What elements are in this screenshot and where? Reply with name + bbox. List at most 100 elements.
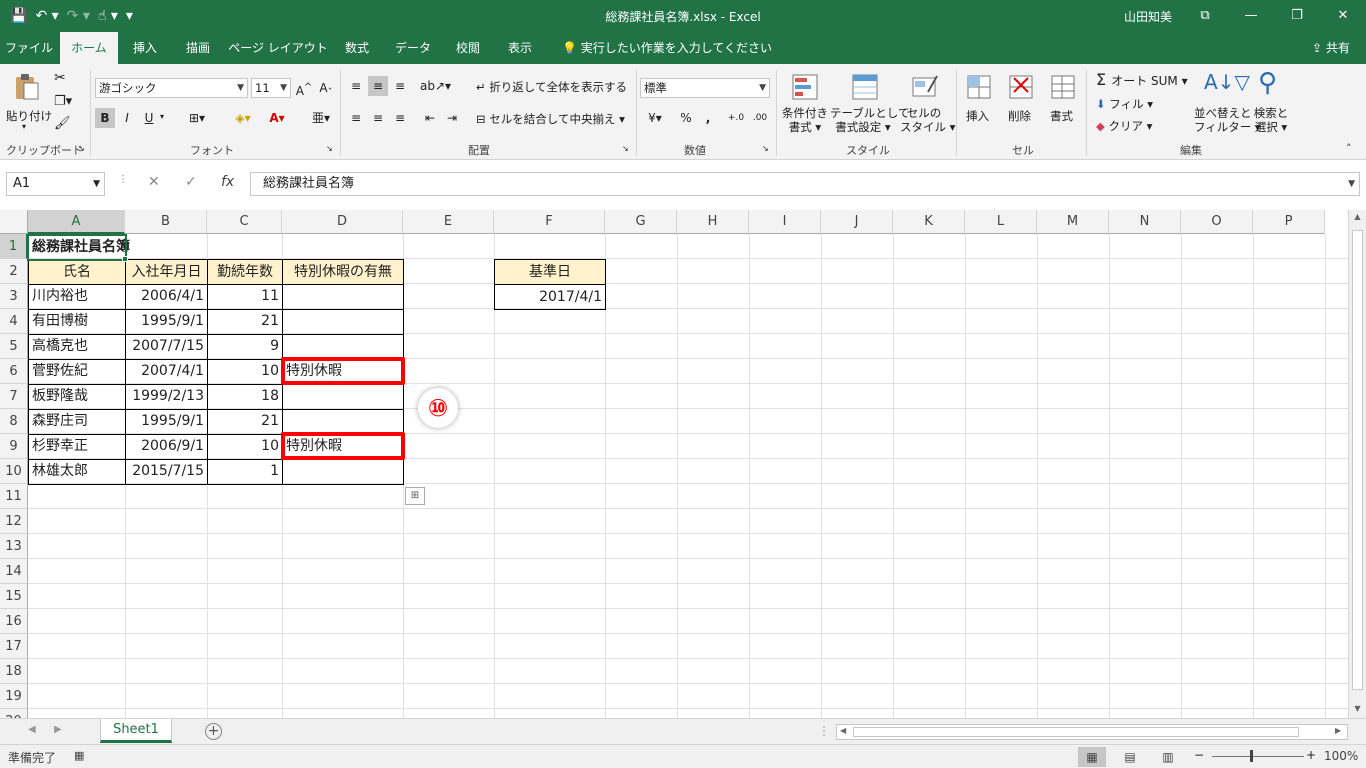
row-header-18[interactable]: 18 [0, 659, 28, 684]
special-leave-cell[interactable] [283, 409, 403, 434]
employee-name-cell[interactable]: 杉野幸正 [29, 434, 125, 459]
find-select-icon[interactable]: ⚲ [1258, 68, 1277, 98]
copy-icon[interactable]: ❐▾ [54, 94, 72, 109]
font-size-select[interactable]: 11 ▼ [251, 78, 291, 98]
cancel-entry-icon[interactable]: ✕ [148, 174, 160, 190]
format-cells-icon[interactable] [1048, 72, 1078, 102]
horizontal-scroll-thumb[interactable] [853, 727, 1299, 737]
fill-handle[interactable] [122, 256, 128, 262]
number-launcher-icon[interactable]: ↘ [762, 144, 769, 153]
clipboard-launcher-icon[interactable]: ↘ [78, 144, 85, 153]
paste-icon[interactable] [12, 72, 42, 102]
grow-font-button[interactable]: A^ [294, 78, 314, 98]
tab-page-layout[interactable]: ページ レイアウト [228, 32, 328, 64]
clear-button[interactable]: ◆ クリア ▾ [1096, 118, 1152, 134]
tab-data[interactable]: データ [386, 32, 440, 64]
sheet-tab-sheet1[interactable]: Sheet1 [100, 719, 172, 743]
format-cells-button[interactable]: 書式 [1050, 108, 1073, 124]
years-of-service-cell[interactable]: 10 [208, 359, 282, 384]
merge-center-button[interactable]: ⊟ セルを結合して中央揃え ▾ [476, 111, 625, 127]
row-header-6[interactable]: 6 [0, 359, 28, 384]
row-header-8[interactable]: 8 [0, 409, 28, 434]
number-format-select[interactable]: 標準 ▼ [640, 78, 770, 98]
insert-cells-icon[interactable] [964, 72, 994, 102]
zoom-out-icon[interactable]: − [1194, 748, 1204, 762]
employee-name-cell[interactable]: 板野隆哉 [29, 384, 125, 409]
row-header-5[interactable]: 5 [0, 334, 28, 359]
row-header-11[interactable]: 11 [0, 484, 28, 509]
normal-view-icon[interactable]: ▦ [1078, 747, 1106, 767]
hire-date-cell[interactable]: 2007/4/1 [126, 359, 207, 384]
employee-name-cell[interactable]: 森野庄司 [29, 409, 125, 434]
worksheet-grid[interactable]: ABCDEFGHIJKLMNOP 1 2 3 4 5 6 7 8 9 10 11 12 13 14 15 16… [0, 210, 1348, 718]
zoom-slider[interactable] [1212, 756, 1304, 757]
ribbon-display-options-icon[interactable]: ⧉ [1182, 4, 1228, 28]
header-name-cell[interactable]: 氏名 [29, 260, 125, 285]
row-header-1[interactable]: 1 [0, 234, 28, 259]
expand-formula-bar-icon[interactable]: ▼ [1348, 173, 1355, 195]
confirm-entry-icon[interactable]: ✓ [185, 174, 197, 190]
special-leave-cell[interactable] [283, 284, 403, 309]
italic-button[interactable]: I [117, 108, 137, 128]
zoom-slider-thumb[interactable] [1250, 750, 1253, 762]
column-header-a[interactable]: A [28, 210, 125, 234]
hire-date-cell[interactable]: 2007/7/15 [126, 334, 207, 359]
paste-dropdown-icon[interactable]: ▾ [22, 122, 26, 131]
column-header-h[interactable]: H [677, 210, 749, 234]
tab-insert[interactable]: 挿入 [120, 32, 170, 64]
row-header-3[interactable]: 3 [0, 284, 28, 309]
column-header-l[interactable]: L [965, 210, 1037, 234]
align-bottom-button[interactable]: ≡ [390, 76, 410, 96]
scroll-left-icon[interactable]: ◀ [840, 726, 846, 735]
borders-button[interactable]: ⊞▾ [182, 108, 212, 128]
conditional-formatting-icon[interactable] [790, 72, 820, 102]
scroll-right-icon[interactable]: ▶ [1335, 726, 1341, 735]
row-header-16[interactable]: 16 [0, 609, 28, 634]
employee-name-cell[interactable]: 林雄太郎 [29, 459, 125, 484]
add-sheet-icon[interactable]: + [205, 723, 222, 740]
font-launcher-icon[interactable]: ↘ [326, 144, 333, 153]
delete-cells-button[interactable]: 削除 [1008, 108, 1031, 124]
underline-button[interactable]: U [139, 108, 159, 128]
row-header-20[interactable]: 20 [0, 709, 28, 718]
alignment-launcher-icon[interactable]: ↘ [622, 144, 629, 153]
special-leave-cell[interactable] [283, 334, 403, 359]
font-name-select[interactable]: 游ゴシック ▼ [95, 78, 248, 98]
row-header-4[interactable]: 4 [0, 309, 28, 334]
tell-me-search[interactable]: 💡 実行したい作業を入力してください [562, 32, 772, 64]
align-left-button[interactable]: ≡ [346, 108, 366, 128]
column-header-g[interactable]: G [605, 210, 677, 234]
row-header-12[interactable]: 12 [0, 509, 28, 534]
zoom-in-icon[interactable]: + [1306, 748, 1316, 762]
select-all-corner[interactable] [0, 210, 28, 234]
name-box[interactable]: A1 ▼ [6, 172, 105, 196]
special-leave-cell[interactable] [283, 459, 403, 484]
row-header-9[interactable]: 9 [0, 434, 28, 459]
hire-date-cell[interactable]: 2006/4/1 [126, 284, 207, 309]
employee-name-cell[interactable]: 有田博樹 [29, 309, 125, 334]
page-layout-view-icon[interactable]: ▤ [1116, 747, 1144, 767]
orientation-button[interactable]: ab↗▾ [420, 76, 451, 96]
phonetic-guide-button[interactable]: 亜▾ [306, 108, 336, 128]
delete-cells-icon[interactable] [1006, 72, 1036, 102]
name-box-dropdown-icon[interactable]: ▼ [93, 173, 100, 195]
column-header-k[interactable]: K [893, 210, 965, 234]
special-leave-cell[interactable] [283, 384, 403, 409]
shrink-font-button[interactable]: Aˇ [316, 78, 336, 98]
horizontal-scrollbar[interactable]: ◀ ▶ [836, 724, 1348, 740]
increase-decimal-button[interactable]: +.0 [726, 108, 746, 128]
hire-date-cell[interactable]: 1995/9/1 [126, 309, 207, 334]
share-button[interactable]: ⇪ 共有 [1312, 32, 1350, 64]
header-hire-date-cell[interactable]: 入社年月日 [126, 260, 207, 285]
row-header-2[interactable]: 2 [0, 259, 28, 284]
base-date-label-cell[interactable]: 基準日 [495, 260, 605, 285]
years-of-service-cell[interactable]: 9 [208, 334, 282, 359]
format-as-table-icon[interactable] [850, 72, 880, 102]
cell-styles-icon[interactable] [910, 72, 940, 102]
minimize-button[interactable]: — [1228, 4, 1274, 28]
row-header-15[interactable]: 15 [0, 584, 28, 609]
maximize-button[interactable]: ❐ [1274, 4, 1320, 28]
column-header-n[interactable]: N [1109, 210, 1181, 234]
fill-color-button[interactable]: ◈▾ [228, 108, 258, 128]
scroll-up-icon[interactable]: ▲ [1349, 212, 1366, 221]
